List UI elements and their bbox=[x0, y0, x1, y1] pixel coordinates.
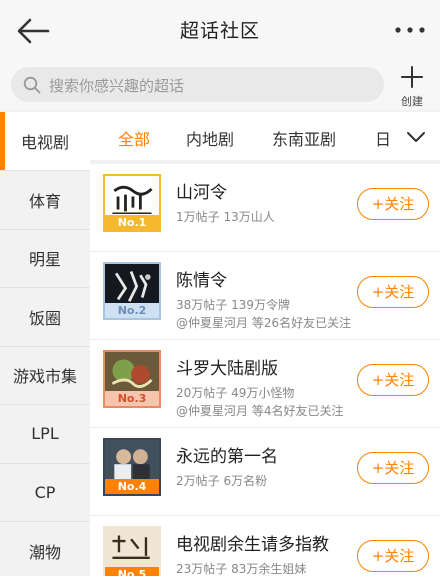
follow-button[interactable]: +关注 bbox=[357, 452, 429, 484]
topic-name: 山河令 bbox=[176, 183, 227, 203]
category-label: LPL bbox=[31, 424, 59, 444]
search-placeholder: 搜索你感兴趣的超话 bbox=[49, 77, 185, 95]
category-item-lpl[interactable]: LPL bbox=[0, 405, 90, 464]
category-label: 游戏市集 bbox=[12, 367, 77, 387]
friends-followed: @仲夏星河月 等4名好友已关注 bbox=[176, 404, 344, 418]
category-label: 体育 bbox=[28, 191, 61, 211]
category-item-fandom[interactable]: 饭圈 bbox=[0, 288, 90, 347]
tab-all[interactable]: 全部 bbox=[118, 126, 150, 150]
rank-badge: No.2 bbox=[105, 303, 159, 318]
category-sidebar: 电视剧 体育 明星 饭圈 游戏市集 LPL CP 潮物 bbox=[0, 112, 90, 576]
topic-thumbnail: No.1 bbox=[103, 174, 161, 232]
topic-stats: 2万帖子 6万名粉 bbox=[176, 474, 268, 488]
follow-button[interactable]: +关注 bbox=[357, 364, 429, 396]
tab-southeast-asia[interactable]: 东南亚剧 bbox=[272, 126, 336, 150]
follow-button[interactable]: +关注 bbox=[357, 188, 429, 220]
category-label: 电视剧 bbox=[20, 133, 69, 152]
search-input[interactable]: 搜索你感兴趣的超话 bbox=[11, 67, 384, 102]
top-nav-bar: 超话社区 bbox=[0, 0, 440, 62]
tab-japan[interactable]: 日 bbox=[375, 126, 391, 150]
category-item-tv[interactable]: 电视剧 bbox=[0, 112, 90, 171]
friends-followed: @仲夏星河月 等26名好友已关注 bbox=[176, 316, 352, 330]
category-item-cp[interactable]: CP bbox=[0, 464, 90, 522]
category-item-stars[interactable]: 明星 bbox=[0, 230, 90, 288]
rank-badge: No.3 bbox=[105, 391, 159, 406]
topic-thumbnail: No.3 bbox=[103, 350, 161, 408]
topic-thumbnail: No.2 bbox=[103, 262, 161, 320]
topic-stats: 1万帖子 13万山人 bbox=[176, 210, 275, 224]
list-item[interactable]: No.4 永远的第一名 2万帖子 6万名粉 +关注 bbox=[90, 428, 440, 516]
chevron-down-icon[interactable] bbox=[406, 130, 426, 144]
topic-name: 电视剧余生请多指教 bbox=[176, 535, 329, 555]
sub-tabs: 全部 内地剧 东南亚剧 日 bbox=[90, 112, 440, 160]
topic-stats: 23万帖子 83万余生姐妹 bbox=[176, 562, 307, 576]
rank-badge: No.1 bbox=[105, 215, 159, 230]
topic-thumbnail: No.5 bbox=[103, 526, 161, 576]
rank-badge: No.4 bbox=[105, 479, 159, 494]
category-label: 潮物 bbox=[28, 542, 61, 562]
category-item-games[interactable]: 游戏市集 bbox=[0, 347, 90, 405]
search-row: 搜索你感兴趣的超话 创建 bbox=[0, 62, 440, 110]
category-item-sports[interactable]: 体育 bbox=[0, 171, 90, 230]
list-item[interactable]: No.5 电视剧余生请多指教 23万帖子 83万余生姐妹 +关注 bbox=[90, 516, 440, 576]
list-item[interactable]: No.2 陈情令 38万帖子 139万令牌 @仲夏星河月 等26名好友已关注 +… bbox=[90, 252, 440, 340]
category-label: 明星 bbox=[28, 250, 61, 270]
topic-stats: 20万帖子 49万小怪物 bbox=[176, 386, 295, 400]
rank-badge: No.5 bbox=[105, 567, 159, 576]
follow-button[interactable]: +关注 bbox=[357, 276, 429, 308]
topic-stats: 38万帖子 139万令牌 bbox=[176, 298, 290, 312]
page-title: 超话社区 bbox=[179, 20, 260, 42]
category-label: 饭圈 bbox=[28, 308, 61, 328]
category-label: CP bbox=[34, 482, 56, 502]
topic-name: 永远的第一名 bbox=[176, 447, 278, 467]
follow-button[interactable]: +关注 bbox=[357, 540, 429, 572]
list-item[interactable]: No.3 斗罗大陆剧版 20万帖子 49万小怪物 @仲夏星河月 等4名好友已关注… bbox=[90, 340, 440, 428]
topic-thumbnail: No.4 bbox=[103, 438, 161, 496]
category-item-trend[interactable]: 潮物 bbox=[0, 522, 90, 576]
topic-name: 斗罗大陆剧版 bbox=[176, 359, 278, 379]
topic-list: No.1 山河令 1万帖子 13万山人 +关注 No.2 陈情令 38万帖子 1… bbox=[90, 164, 440, 576]
search-icon bbox=[23, 76, 41, 94]
create-label: 创建 bbox=[401, 95, 423, 108]
list-item[interactable]: No.1 山河令 1万帖子 13万山人 +关注 bbox=[90, 164, 440, 252]
create-button[interactable]: 创建 bbox=[392, 64, 432, 108]
topic-name: 陈情令 bbox=[176, 271, 227, 291]
tab-mainland[interactable]: 内地剧 bbox=[186, 126, 234, 150]
more-dots-icon[interactable] bbox=[392, 20, 428, 40]
plus-icon bbox=[401, 66, 423, 88]
